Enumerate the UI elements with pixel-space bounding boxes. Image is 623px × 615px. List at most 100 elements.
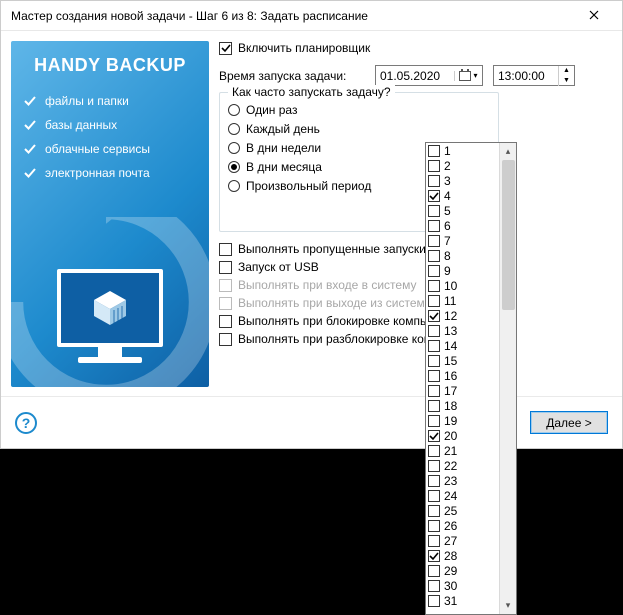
- day-item[interactable]: 15: [426, 353, 499, 368]
- day-checkbox[interactable]: [428, 295, 440, 307]
- frequency-option[interactable]: Один раз: [228, 103, 490, 117]
- day-item[interactable]: 1: [426, 143, 499, 158]
- day-checkbox[interactable]: [428, 535, 440, 547]
- day-checkbox[interactable]: [428, 505, 440, 517]
- wizard-window: Мастер создания новой задачи - Шаг 6 из …: [0, 0, 623, 449]
- day-checkbox[interactable]: [428, 325, 440, 337]
- option-row[interactable]: Запуск от USB: [219, 260, 612, 274]
- day-item[interactable]: 18: [426, 398, 499, 413]
- date-picker-button[interactable]: ▾: [454, 71, 482, 81]
- next-button[interactable]: Далее >: [530, 411, 608, 434]
- day-number: 20: [444, 429, 457, 443]
- start-time-input[interactable]: 13:00:00 ▲ ▼: [493, 65, 575, 86]
- day-item[interactable]: 27: [426, 533, 499, 548]
- day-item[interactable]: 9: [426, 263, 499, 278]
- radio-button[interactable]: [228, 180, 240, 192]
- day-item[interactable]: 17: [426, 383, 499, 398]
- option-row[interactable]: Выполнять пропущенные запуски: [219, 242, 612, 256]
- day-checkbox[interactable]: [428, 250, 440, 262]
- day-checkbox[interactable]: [428, 370, 440, 382]
- day-item[interactable]: 14: [426, 338, 499, 353]
- day-checkbox[interactable]: [428, 160, 440, 172]
- day-checkbox[interactable]: [428, 235, 440, 247]
- day-checkbox[interactable]: [428, 385, 440, 397]
- day-checkbox[interactable]: [428, 475, 440, 487]
- day-item[interactable]: 7: [426, 233, 499, 248]
- day-checkbox[interactable]: [428, 490, 440, 502]
- day-checkbox[interactable]: [428, 595, 440, 607]
- help-button[interactable]: ?: [15, 412, 37, 434]
- day-item[interactable]: 16: [426, 368, 499, 383]
- day-item[interactable]: 20: [426, 428, 499, 443]
- day-item[interactable]: 26: [426, 518, 499, 533]
- day-checkbox[interactable]: [428, 430, 440, 442]
- day-checkbox[interactable]: [428, 310, 440, 322]
- option-checkbox: [219, 279, 232, 292]
- frequency-option[interactable]: Каждый день: [228, 122, 490, 136]
- day-checkbox[interactable]: [428, 400, 440, 412]
- day-item[interactable]: 31: [426, 593, 499, 608]
- day-checkbox[interactable]: [428, 580, 440, 592]
- scroll-track[interactable]: [500, 160, 516, 597]
- radio-button[interactable]: [228, 104, 240, 116]
- day-item[interactable]: 13: [426, 323, 499, 338]
- day-checkbox[interactable]: [428, 175, 440, 187]
- spin-down-button[interactable]: ▼: [559, 76, 574, 86]
- day-item[interactable]: 6: [426, 218, 499, 233]
- check-icon: [429, 551, 439, 561]
- scrollbar[interactable]: ▴ ▾: [499, 143, 516, 614]
- option-row[interactable]: Выполнять при блокировке компьютера: [219, 314, 612, 328]
- day-item[interactable]: 10: [426, 278, 499, 293]
- day-item[interactable]: 12: [426, 308, 499, 323]
- day-checkbox[interactable]: [428, 145, 440, 157]
- day-item[interactable]: 8: [426, 248, 499, 263]
- start-time-label: Время запуска задачи:: [219, 69, 365, 83]
- day-checkbox[interactable]: [428, 190, 440, 202]
- day-item[interactable]: 3: [426, 173, 499, 188]
- radio-button[interactable]: [228, 161, 240, 173]
- enable-scheduler-checkbox[interactable]: [219, 42, 232, 55]
- day-checkbox[interactable]: [428, 565, 440, 577]
- spin-up-button[interactable]: ▲: [559, 66, 574, 76]
- day-item[interactable]: 2: [426, 158, 499, 173]
- day-item[interactable]: 24: [426, 488, 499, 503]
- day-item[interactable]: 23: [426, 473, 499, 488]
- day-item[interactable]: 5: [426, 203, 499, 218]
- option-checkbox[interactable]: [219, 243, 232, 256]
- scroll-down-button[interactable]: ▾: [500, 597, 516, 614]
- days-of-month-listbox[interactable]: 1234567891011121314151617181920212223242…: [425, 142, 517, 615]
- start-date-input[interactable]: 01.05.2020 ▾: [375, 65, 483, 86]
- option-checkbox[interactable]: [219, 333, 232, 346]
- day-checkbox[interactable]: [428, 550, 440, 562]
- scroll-up-button[interactable]: ▴: [500, 143, 516, 160]
- option-row[interactable]: Выполнять при разблокировке компьютера: [219, 332, 612, 346]
- day-item[interactable]: 30: [426, 578, 499, 593]
- day-item[interactable]: 29: [426, 563, 499, 578]
- day-checkbox[interactable]: [428, 415, 440, 427]
- close-button[interactable]: [574, 9, 614, 23]
- scroll-thumb[interactable]: [502, 160, 515, 310]
- option-row: Выполнять при выходе из системы: [219, 296, 612, 310]
- day-checkbox[interactable]: [428, 205, 440, 217]
- option-checkbox[interactable]: [219, 261, 232, 274]
- day-checkbox[interactable]: [428, 280, 440, 292]
- day-checkbox[interactable]: [428, 265, 440, 277]
- day-checkbox[interactable]: [428, 340, 440, 352]
- day-checkbox[interactable]: [428, 445, 440, 457]
- day-item[interactable]: 4: [426, 188, 499, 203]
- radio-button[interactable]: [228, 123, 240, 135]
- day-item[interactable]: 28: [426, 548, 499, 563]
- option-label: Запуск от USB: [238, 260, 319, 274]
- day-item[interactable]: 22: [426, 458, 499, 473]
- option-checkbox[interactable]: [219, 315, 232, 328]
- radio-button[interactable]: [228, 142, 240, 154]
- day-number: 12: [444, 309, 457, 323]
- day-checkbox[interactable]: [428, 520, 440, 532]
- day-item[interactable]: 21: [426, 443, 499, 458]
- day-checkbox[interactable]: [428, 460, 440, 472]
- day-item[interactable]: 25: [426, 503, 499, 518]
- day-item[interactable]: 11: [426, 293, 499, 308]
- day-item[interactable]: 19: [426, 413, 499, 428]
- day-checkbox[interactable]: [428, 355, 440, 367]
- day-checkbox[interactable]: [428, 220, 440, 232]
